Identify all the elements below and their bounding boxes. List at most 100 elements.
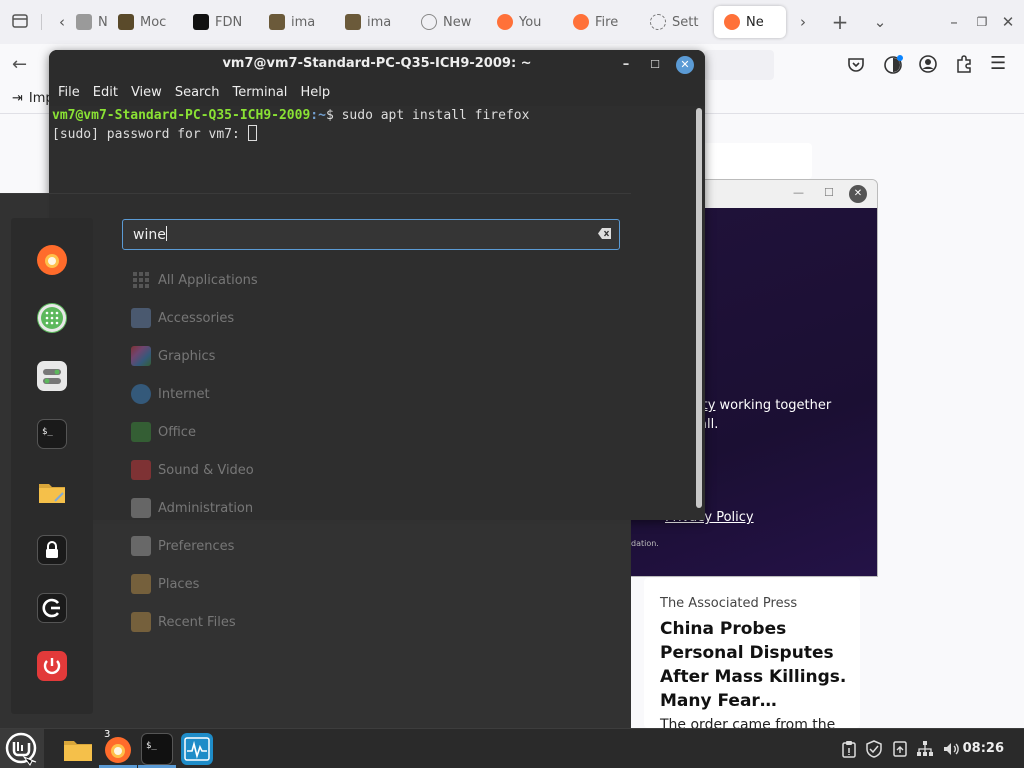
browser-tab[interactable]: Moc (108, 6, 170, 38)
browser-tab[interactable]: N (66, 6, 108, 38)
category-places[interactable]: Places (131, 572, 199, 596)
logout-icon[interactable] (37, 593, 67, 623)
prompt-symbol: $ (325, 108, 342, 123)
menu-file[interactable]: File (57, 80, 88, 106)
new-tab-icon[interactable]: + (830, 12, 850, 32)
software-manager-icon[interactable] (37, 303, 67, 333)
clock[interactable]: 08:26 (963, 741, 1004, 756)
category-accessories[interactable]: Accessories (131, 306, 234, 330)
restore-icon[interactable]: ❐ (972, 12, 992, 32)
profile-icon[interactable] (918, 54, 940, 76)
prompt-path: :~ (310, 108, 326, 123)
document-icon (131, 422, 151, 442)
taskbar: 3 $_ 08:26 (0, 728, 1024, 768)
browser-tab[interactable]: You (487, 6, 549, 38)
tab-list-icon[interactable] (10, 12, 30, 32)
shutdown-icon[interactable] (37, 651, 67, 681)
volume-icon[interactable] (942, 740, 960, 758)
menu-search-input[interactable]: wine (122, 219, 620, 250)
tab-scroll-right-icon[interactable]: › (793, 12, 813, 32)
chevron-down-icon[interactable]: ⌄ (870, 12, 890, 32)
maximize-icon[interactable]: ☐ (646, 56, 664, 74)
svg-text:$_: $_ (146, 741, 157, 751)
terminal-scrollbar[interactable] (696, 108, 702, 508)
browser-tab-strip: ‹ N Moc FDN ima ima New You Fire Sett Ne… (0, 0, 1024, 44)
browser-tab[interactable]: New (411, 6, 473, 38)
category-office[interactable]: Office (131, 420, 196, 444)
clipboard-icon[interactable] (840, 740, 858, 758)
category-label: Sound & Video (158, 462, 254, 478)
toggle-icon (131, 498, 151, 518)
pocket-icon[interactable] (846, 54, 868, 76)
system-monitor-icon[interactable] (181, 733, 213, 765)
news-card[interactable]: The Associated Press China Probes Person… (644, 578, 860, 728)
terminal-taskbar-icon[interactable]: $_ (141, 733, 173, 765)
browser-tab[interactable]: Fire (563, 6, 629, 38)
tab-label: Fire (595, 14, 619, 30)
clear-search-icon[interactable] (598, 227, 612, 240)
menu-terminal[interactable]: Terminal (231, 80, 295, 106)
close-icon[interactable]: ✕ (676, 56, 694, 74)
category-label: Graphics (158, 348, 216, 364)
account-sync-icon[interactable] (882, 54, 904, 76)
back-arrow-icon[interactable]: ← (12, 54, 34, 76)
system-settings-icon[interactable] (37, 361, 67, 391)
start-menu: $_ wine All Applications Accessories Gra… (0, 193, 631, 728)
terminal-icon[interactable]: $_ (37, 419, 67, 449)
menu-edit[interactable]: Edit (92, 80, 126, 106)
tab-favicon (118, 14, 134, 30)
minimize-icon[interactable]: — (793, 186, 804, 199)
firefox-icon[interactable] (37, 245, 67, 275)
category-preferences[interactable]: Preferences (131, 534, 234, 558)
menu-search[interactable]: Search (174, 80, 228, 106)
category-graphics[interactable]: Graphics (131, 344, 215, 368)
category-label: Office (158, 424, 196, 440)
tab-label: Sett (672, 14, 699, 30)
files-icon[interactable] (37, 477, 67, 507)
browser-tab[interactable]: FDN (183, 6, 245, 38)
browser-tab[interactable]: ima (335, 6, 397, 38)
tab-favicon (345, 14, 361, 30)
news-source: The Associated Press (660, 596, 798, 611)
news-snippet: The order came from the top. China's lea… (660, 717, 836, 728)
minimize-icon[interactable]: – (944, 12, 964, 32)
network-icon[interactable] (916, 740, 934, 758)
grid-icon (131, 270, 151, 290)
hamburger-menu-icon[interactable]: ☰ (990, 54, 1012, 76)
search-value: wine (133, 227, 166, 243)
category-internet[interactable]: Internet (131, 382, 210, 406)
shield-icon[interactable] (865, 740, 883, 758)
news-headline[interactable]: China Probes Personal Disputes After Mas… (660, 617, 860, 713)
maximize-icon[interactable]: ☐ (824, 186, 834, 199)
lock-screen-icon[interactable] (37, 535, 67, 565)
firefox-taskbar-icon[interactable]: 3 (102, 729, 134, 765)
category-recent-files[interactable]: Recent Files (131, 610, 236, 634)
close-icon[interactable]: ✕ (998, 12, 1018, 32)
terminal-menubar: File Edit View Search Terminal Help (49, 80, 705, 106)
category-administration[interactable]: Administration (131, 496, 253, 520)
category-all-applications[interactable]: All Applications (131, 268, 258, 292)
password-prompt: [sudo] password for vm7: (52, 127, 248, 142)
extensions-icon[interactable] (954, 54, 976, 76)
tab-label: FDN (215, 14, 243, 30)
update-manager-icon[interactable] (891, 740, 909, 758)
minimize-icon[interactable]: – (617, 56, 635, 74)
play-icon (131, 460, 151, 480)
import-bookmarks-item[interactable]: ⇥ Imp (12, 91, 54, 106)
browser-tab[interactable]: ima (259, 6, 321, 38)
settings-icon (131, 536, 151, 556)
globe-icon (131, 384, 151, 404)
category-sound-video[interactable]: Sound & Video (131, 458, 254, 482)
menu-view[interactable]: View (130, 80, 170, 106)
tab-favicon (650, 14, 666, 30)
browser-tab-active[interactable]: Ne (714, 6, 786, 38)
terminal-password-line: [sudo] password for vm7: (52, 125, 705, 142)
tab-favicon (421, 14, 437, 30)
files-taskbar-icon[interactable] (62, 733, 94, 765)
menu-help[interactable]: Help (299, 80, 338, 106)
menu-button[interactable] (0, 729, 44, 768)
browser-tab[interactable]: Sett (640, 6, 702, 38)
category-label: Administration (158, 500, 254, 516)
url-bar-fragment[interactable] (704, 50, 774, 80)
close-icon[interactable]: ✕ (849, 185, 867, 203)
